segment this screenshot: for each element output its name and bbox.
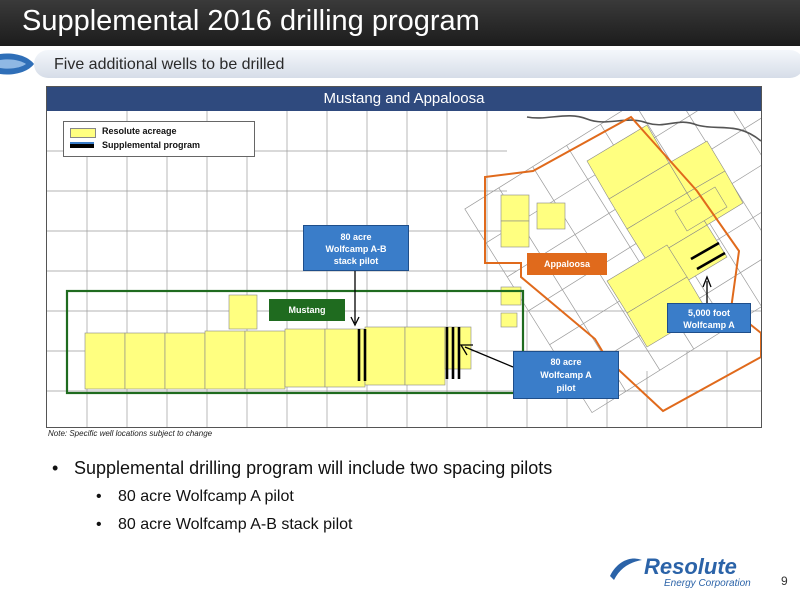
map-header: Mustang and Appaloosa <box>47 87 761 111</box>
legend-box: Resolute acreage Supplemental program <box>63 121 255 157</box>
logo-name: Resolute <box>644 554 737 579</box>
footnote: Note: Specific well locations subject to… <box>48 429 213 438</box>
wolfcamp-a-pilot-line-2: Wolfcamp A <box>540 370 592 380</box>
legend-acreage-label: Resolute acreage <box>102 126 177 136</box>
wolfcamp-a-pilot-line-1: 80 acre <box>550 357 582 367</box>
appaloosa-label: Appaloosa <box>527 253 607 275</box>
bullet-dot-icon: • <box>96 488 102 505</box>
five-thousand-foot-line-2: Wolfcamp A <box>683 320 735 330</box>
page-number: 9 <box>781 574 788 588</box>
mustang-label: Mustang <box>269 299 345 321</box>
stack-pilot-line-3: stack pilot <box>333 256 379 266</box>
resolute-logo: Resolute Energy Corporation <box>608 554 774 594</box>
logo-swoosh-icon <box>610 558 642 580</box>
legend-acreage-swatch <box>70 128 96 138</box>
wolfcamp-a-pilot-line-3: pilot <box>556 383 576 393</box>
logo-tagline: Energy Corporation <box>664 578 751 589</box>
legend-program-swatch <box>70 142 94 148</box>
bullet-sub-1: • 80 acre Wolfcamp A pilot <box>96 488 294 506</box>
subtitle-bar: Five additional wells to be drilled <box>0 46 800 82</box>
wolfcamp-a-pilot-callout: 80 acre Wolfcamp A pilot <box>513 351 619 399</box>
stack-pilot-line-2: Wolfcamp A-B <box>325 244 387 254</box>
five-thousand-foot-line-1: 5,000 foot <box>687 308 730 318</box>
stack-pilot-callout: 80 acre Wolfcamp A-B stack pilot <box>303 225 409 271</box>
title-bar: Supplemental 2016 drilling program <box>0 0 800 46</box>
legend-program-label: Supplemental program <box>102 140 201 150</box>
bullet-dot-icon: • <box>96 516 102 533</box>
bullet-sub-2: • 80 acre Wolfcamp A-B stack pilot <box>96 516 352 534</box>
bullet-sub-2-text: 80 acre Wolfcamp A-B stack pilot <box>118 516 353 533</box>
slide-title: Supplemental 2016 drilling program <box>22 5 480 37</box>
bullet-main-text: Supplemental drilling program will inclu… <box>74 458 553 478</box>
map-frame: Mustang and Appaloosa Resolute acreage S… <box>46 86 762 428</box>
bullet-main: • Supplemental drilling program will incl… <box>52 458 552 479</box>
bullet-sub-1-text: 80 acre Wolfcamp A pilot <box>118 488 294 505</box>
bullet-dot-icon: • <box>52 458 59 478</box>
five-thousand-foot-callout: 5,000 foot Wolfcamp A <box>667 303 751 333</box>
stack-pilot-line-1: 80 acre <box>340 232 372 242</box>
slide-subtitle: Five additional wells to be drilled <box>54 56 285 73</box>
